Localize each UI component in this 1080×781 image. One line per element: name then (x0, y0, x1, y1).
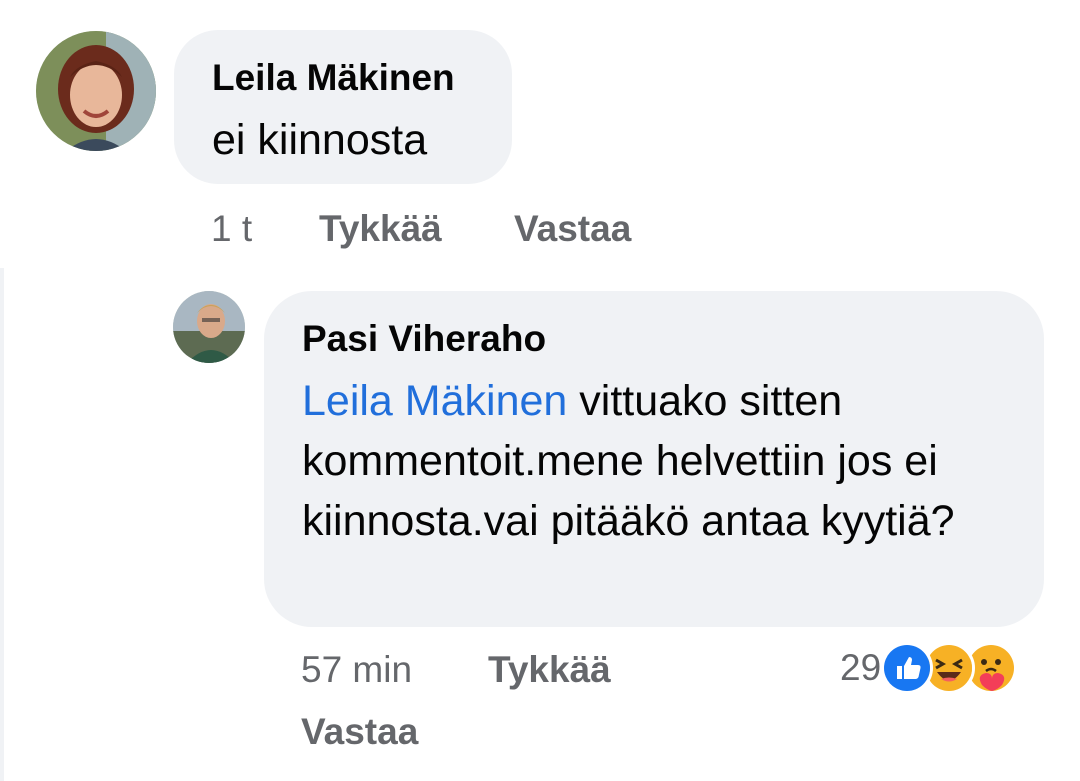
comment-timestamp[interactable]: 1 t (211, 207, 252, 251)
comment-thread: Leila Mäkinen ei kiinnosta 1 t Tykkää Va… (0, 0, 1080, 781)
thread-guide-line (0, 268, 4, 781)
reactions-summary[interactable]: 29 (840, 640, 1018, 696)
avatar[interactable] (36, 31, 156, 151)
like-icon (881, 642, 934, 694)
avatar[interactable] (173, 291, 245, 363)
comment-bubble: Pasi Viheraho Leila Mäkinen vittuako sit… (264, 291, 1044, 627)
comment-author[interactable]: Leila Mäkinen (212, 56, 474, 100)
like-button[interactable]: Tykkää (319, 207, 442, 251)
reply-button[interactable]: Vastaa (514, 207, 631, 251)
reaction-count: 29 (840, 647, 882, 688)
like-button[interactable]: Tykkää (488, 648, 611, 692)
comment-bubble: Leila Mäkinen ei kiinnosta (174, 30, 512, 184)
comment-author[interactable]: Pasi Viheraho (302, 317, 1006, 361)
reply-button[interactable]: Vastaa (301, 710, 418, 754)
comment-text: Leila Mäkinen vittuako sitten kommentoit… (302, 371, 1002, 551)
comment-timestamp[interactable]: 57 min (301, 648, 412, 692)
comment-text: ei kiinnosta (212, 116, 428, 164)
mention-link[interactable]: Leila Mäkinen (302, 377, 567, 425)
